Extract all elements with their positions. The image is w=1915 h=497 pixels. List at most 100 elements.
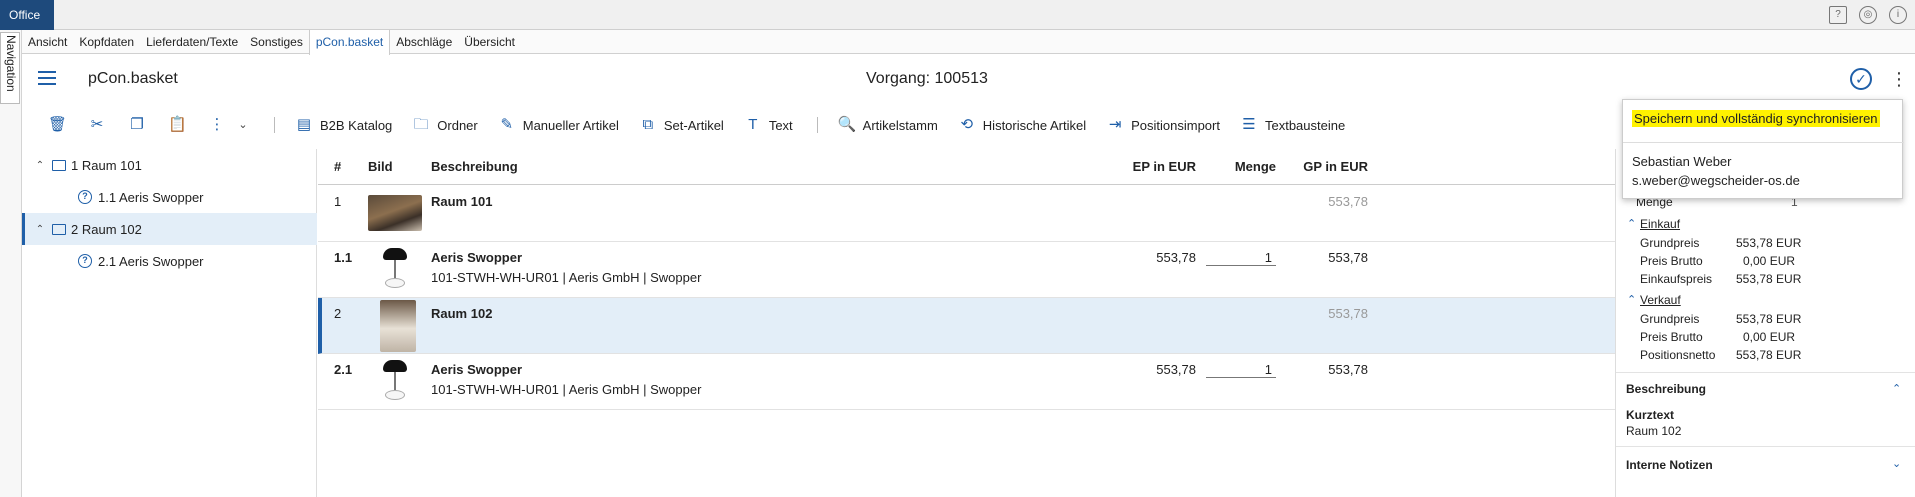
- col-gp[interactable]: GP in EUR: [1282, 159, 1368, 174]
- question-icon: ?: [78, 254, 92, 268]
- details-panel: Menge 1 ⌃ Einkauf Grundpreis 553,78 EUR …: [1615, 149, 1915, 497]
- positionsnetto-value: 553,78 EUR: [1736, 348, 1802, 362]
- row-subtitle: 101-STWH-WH-UR01 | Aeris GmbH | Swopper: [431, 270, 702, 285]
- set-artikel-button[interactable]: ⧉ Set-Artikel: [639, 116, 724, 134]
- einkauf-section-toggle[interactable]: Einkauf: [1640, 217, 1680, 231]
- textbausteine-button[interactable]: ☰ Textbausteine: [1240, 116, 1345, 134]
- vorgang-title: Vorgang: 100513: [866, 70, 988, 87]
- tree-item[interactable]: ? 1.1 Aeris Swopper: [22, 181, 317, 213]
- set-icon: ⧉: [642, 116, 654, 133]
- positionsimport-button[interactable]: ⇥ Positionsimport: [1106, 116, 1220, 134]
- quantity-input[interactable]: 1: [1206, 362, 1276, 378]
- info-icon[interactable]: i: [1889, 6, 1907, 24]
- col-num[interactable]: #: [334, 159, 341, 174]
- menu-sonstiges[interactable]: Sonstiges: [244, 30, 309, 53]
- text-blocks-icon: ☰: [1242, 116, 1256, 133]
- menu-ansicht[interactable]: Ansicht: [22, 30, 73, 53]
- row-title: Aeris Swopper: [431, 250, 523, 265]
- more-tools-button[interactable]: ⋮: [208, 116, 226, 134]
- copy-button[interactable]: ❐: [128, 116, 146, 134]
- row-gp: 553,78: [1328, 194, 1368, 209]
- col-menge[interactable]: Menge: [1208, 159, 1276, 174]
- row-ep: 553,78: [1156, 362, 1196, 377]
- manueller-artikel-button[interactable]: ✎ Manueller Artikel: [498, 116, 618, 134]
- office-button[interactable]: Office: [0, 0, 54, 30]
- b2b-katalog-button[interactable]: ▤ B2B Katalog: [295, 116, 392, 134]
- tree-item[interactable]: ⌃ 1 Raum 101: [22, 149, 317, 181]
- table-row[interactable]: 1 Raum 101 553,78: [318, 186, 1615, 242]
- historische-artikel-button[interactable]: ⟲ Historische Artikel: [958, 116, 1087, 134]
- menu-bar: Ansicht Kopfdaten Lieferdaten/Texte Sons…: [22, 30, 1915, 55]
- table-row-selected[interactable]: 2 Raum 102 553,78: [318, 298, 1615, 354]
- tree-item-label: 2.1 Aeris Swopper: [98, 253, 204, 269]
- chevron-up-icon[interactable]: ⌃: [1627, 217, 1636, 230]
- positionsnetto-label: Positionsnetto: [1640, 348, 1716, 362]
- menu-lieferdaten[interactable]: Lieferdaten/Texte: [140, 30, 244, 53]
- col-bild[interactable]: Bild: [368, 159, 393, 174]
- chevron-up-icon[interactable]: ⌃: [1627, 293, 1636, 306]
- sync-check-icon[interactable]: ✓: [1850, 68, 1872, 90]
- text-label: Text: [768, 117, 793, 133]
- swopper-image: [380, 360, 410, 406]
- text-button[interactable]: T Text: [744, 116, 793, 134]
- app-title: pCon.basket: [88, 70, 178, 87]
- delete-button[interactable]: 🗑: [48, 116, 67, 134]
- col-ep[interactable]: EP in EUR: [1118, 159, 1196, 174]
- room-image: [368, 195, 422, 231]
- b2b-katalog-label: B2B Katalog: [320, 117, 393, 133]
- col-beschreibung[interactable]: Beschreibung: [431, 159, 518, 174]
- folder-icon: 🗀: [413, 116, 429, 133]
- table-row[interactable]: 2.1 Aeris Swopper 101-STWH-WH-UR01 | Aer…: [318, 354, 1615, 410]
- beschreibung-section-header[interactable]: Beschreibung: [1626, 382, 1706, 396]
- hamburger-menu-icon[interactable]: [38, 71, 56, 85]
- question-icon: ?: [78, 190, 92, 204]
- import-icon: ⇥: [1108, 116, 1122, 133]
- globe-icon[interactable]: ◎: [1859, 6, 1877, 24]
- tree-item-label: 1 Raum 101: [71, 157, 142, 173]
- save-and-sync-menu-item[interactable]: Speichern und vollständig synchronisiere…: [1632, 110, 1880, 127]
- row-number: 1.1: [334, 250, 353, 265]
- user-menu-popup: Speichern und vollständig synchronisiere…: [1622, 99, 1904, 199]
- chevron-down-icon: ⌄: [238, 119, 248, 131]
- ordner-button[interactable]: 🗀 Ordner: [412, 116, 478, 134]
- set-artikel-label: Set-Artikel: [663, 117, 724, 133]
- einkauf-grundpreis-value: 553,78 EUR: [1736, 236, 1802, 250]
- verkauf-grundpreis-label: Grundpreis: [1640, 312, 1700, 326]
- quantity-input[interactable]: 1: [1206, 250, 1276, 266]
- chevron-down-icon[interactable]: ⌄: [1892, 457, 1901, 470]
- interne-notizen-section-header[interactable]: Interne Notizen: [1626, 458, 1713, 472]
- divider: [1616, 446, 1915, 447]
- title-bar: Office ? ◎ i: [0, 0, 1915, 30]
- navigation-tab[interactable]: Navigation: [0, 32, 20, 104]
- verkauf-section-toggle[interactable]: Verkauf: [1640, 293, 1681, 307]
- navigation-label: Navigation: [4, 35, 18, 92]
- menu-kopfdaten[interactable]: Kopfdaten: [73, 30, 140, 53]
- ordner-label: Ordner: [437, 117, 478, 133]
- verkauf-brutto-label: Preis Brutto: [1640, 330, 1703, 344]
- historische-artikel-label: Historische Artikel: [982, 117, 1087, 133]
- verkauf-grundpreis-value: 553,78 EUR: [1736, 312, 1802, 326]
- artikelstamm-button[interactable]: 🔍 Artikelstamm: [838, 116, 938, 134]
- folder-icon: [52, 223, 66, 235]
- paste-button[interactable]: 📋: [168, 116, 187, 134]
- chevron-up-icon[interactable]: ⌃: [1892, 382, 1901, 395]
- einkauf-grundpreis-label: Grundpreis: [1640, 236, 1700, 250]
- more-tools-dropdown[interactable]: ⌄: [234, 116, 252, 134]
- cut-button[interactable]: ✂: [88, 116, 106, 134]
- row-gp: 553,78: [1328, 362, 1368, 377]
- tree-item-label: 1.1 Aeris Swopper: [98, 189, 204, 205]
- menu-abschlaege[interactable]: Abschläge: [390, 30, 458, 53]
- einkaufspreis-label: Einkaufspreis: [1640, 272, 1713, 286]
- table-row[interactable]: 1.1 Aeris Swopper 101-STWH-WH-UR01 | Aer…: [318, 242, 1615, 298]
- row-subtitle: 101-STWH-WH-UR01 | Aeris GmbH | Swopper: [431, 382, 702, 397]
- chevron-up-icon[interactable]: ⌃: [34, 160, 46, 171]
- divider: [1616, 372, 1915, 373]
- chevron-up-icon[interactable]: ⌃: [34, 224, 46, 235]
- more-options-icon[interactable]: ⋮: [1890, 67, 1908, 91]
- tree-item-selected[interactable]: ⌃ 2 Raum 102: [22, 213, 317, 245]
- menu-uebersicht[interactable]: Übersicht: [458, 30, 521, 53]
- help-icon[interactable]: ?: [1829, 6, 1847, 24]
- menu-pcon-basket[interactable]: pCon.basket: [308, 30, 391, 55]
- history-icon: ⟲: [960, 116, 974, 133]
- tree-item[interactable]: ? 2.1 Aeris Swopper: [22, 245, 317, 277]
